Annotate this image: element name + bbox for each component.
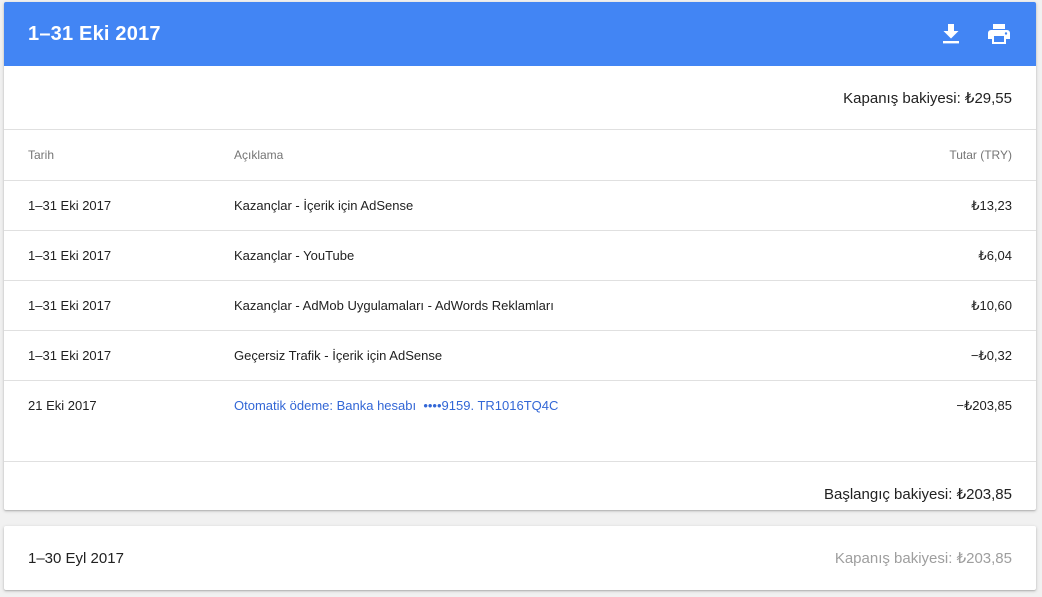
row-amount: ₺6,04	[866, 230, 1036, 281]
previous-statement-title: 1–30 Eyl 2017	[28, 549, 124, 567]
row-amount: ₺13,23	[866, 180, 1036, 231]
print-icon[interactable]	[986, 21, 1012, 47]
row-date: 1–31 Eki 2017	[4, 280, 234, 331]
transactions-table: Tarih Açıklama Tutar (TRY) 1–31 Eki 2017…	[4, 130, 1036, 462]
table-header-row: Tarih Açıklama Tutar (TRY)	[4, 130, 1036, 181]
row-amount: −₺203,85	[866, 380, 1036, 462]
opening-balance-row: Başlangıç bakiyesi: ₺203,85	[4, 462, 1036, 526]
row-amount: −₺0,32	[866, 330, 1036, 381]
header-actions	[938, 21, 1012, 47]
table-row: 1–31 Eki 2017 Kazançlar - YouTube ₺6,04	[4, 230, 1036, 281]
table-row: 21 Eki 2017 Otomatik ödeme: Banka hesabı…	[4, 380, 1036, 462]
column-header-date: Tarih	[4, 130, 234, 181]
row-date: 21 Eki 2017	[4, 380, 234, 462]
column-header-amount: Tutar (TRY)	[866, 130, 1036, 181]
statement-title: 1–31 Eki 2017	[28, 22, 161, 45]
row-date: 1–31 Eki 2017	[4, 180, 234, 231]
row-date: 1–31 Eki 2017	[4, 230, 234, 281]
closing-balance-row: Kapanış bakiyesi: ₺29,55	[4, 66, 1036, 130]
previous-closing-balance: Kapanış bakiyesi: ₺203,85	[834, 550, 1012, 567]
statement-header: 1–31 Eki 2017	[4, 2, 1036, 66]
opening-balance: Başlangıç bakiyesi: ₺203,85	[824, 486, 1012, 503]
statement-card-september[interactable]: 1–30 Eyl 2017 Kapanış bakiyesi: ₺203,85	[4, 526, 1036, 590]
column-header-description: Açıklama	[234, 130, 867, 181]
row-date: 1–31 Eki 2017	[4, 330, 234, 381]
row-amount: ₺10,60	[866, 280, 1036, 331]
table-row: 1–31 Eki 2017 Kazançlar - AdMob Uygulama…	[4, 280, 1036, 331]
download-icon[interactable]	[938, 21, 964, 47]
autopay-bank-link[interactable]: Otomatik ödeme: Banka hesabı ••••9159. T…	[234, 398, 558, 413]
closing-balance: Kapanış bakiyesi: ₺29,55	[843, 89, 1012, 107]
statement-card-october: 1–31 Eki 2017 Kapanış bakiyesi: ₺29,55 T…	[4, 2, 1036, 510]
table-row: 1–31 Eki 2017 Kazançlar - İçerik için Ad…	[4, 180, 1036, 231]
row-description: Kazançlar - YouTube	[234, 230, 867, 281]
previous-statement-row[interactable]: 1–30 Eyl 2017 Kapanış bakiyesi: ₺203,85	[4, 526, 1036, 590]
row-description-cell: Otomatik ödeme: Banka hesabı ••••9159. T…	[234, 380, 867, 462]
row-description: Geçersiz Trafik - İçerik için AdSense	[234, 330, 867, 381]
row-description: Kazançlar - AdMob Uygulamaları - AdWords…	[234, 280, 867, 331]
row-description: Kazançlar - İçerik için AdSense	[234, 180, 867, 231]
table-row: 1–31 Eki 2017 Geçersiz Trafik - İçerik i…	[4, 330, 1036, 381]
